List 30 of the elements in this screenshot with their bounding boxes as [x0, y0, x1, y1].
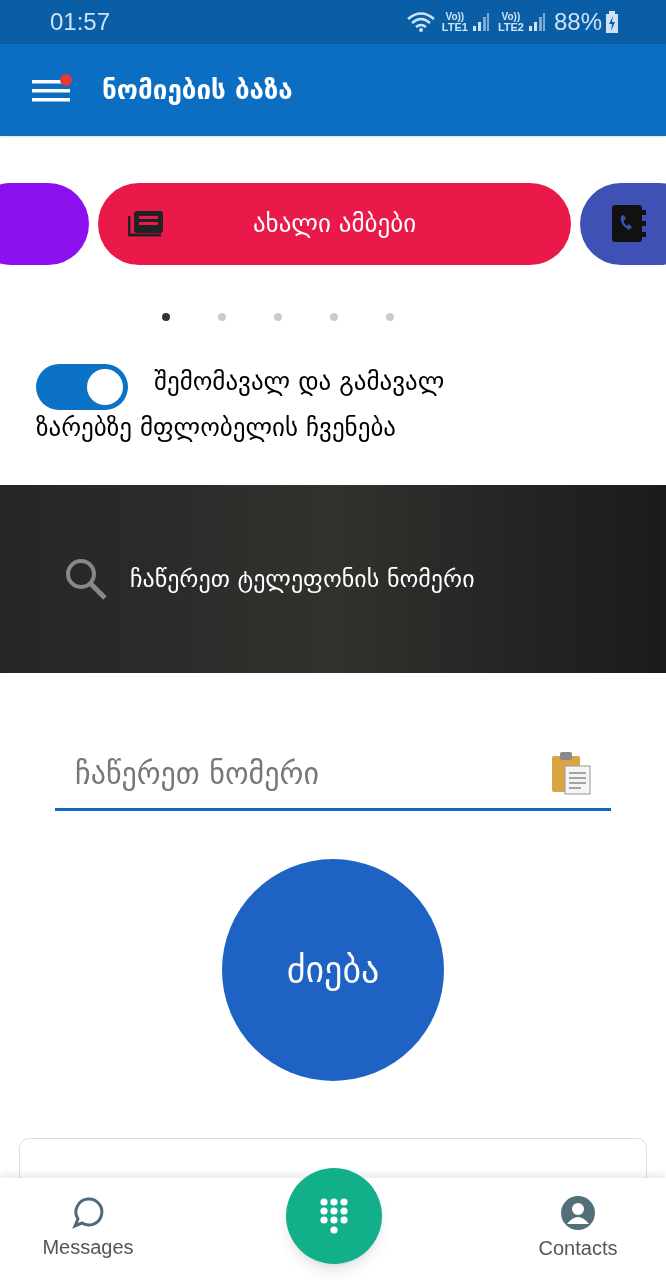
contacts-tab[interactable]: Contacts — [528, 1195, 628, 1263]
contacts-button[interactable] — [580, 183, 666, 265]
category-button[interactable] — [0, 183, 89, 265]
clipboard-icon[interactable] — [551, 751, 591, 795]
toggle-label: შემომავალ და გამავალ — [154, 366, 446, 398]
number-input[interactable]: ჩაწერეთ ნომერი — [55, 739, 611, 811]
volte-label: Vo)) — [501, 11, 521, 22]
person-icon — [560, 1195, 596, 1231]
battery-level: 88% — [553, 7, 602, 37]
search-button[interactable]: ძიება — [222, 859, 444, 1081]
signal-icon — [527, 12, 546, 32]
search-banner[interactable]: ჩაწერეთ ტელეფონის ნომერი — [0, 485, 666, 673]
sim-label: LTE1 — [441, 21, 468, 33]
signal-icon — [471, 12, 490, 32]
dialpad-icon — [320, 1198, 348, 1234]
wifi-icon — [405, 11, 436, 33]
battery-charging-icon — [606, 11, 618, 33]
toggle-switch[interactable] — [36, 364, 128, 410]
banner-text: ჩაწერეთ ტელეფონის ნომერი — [130, 564, 475, 595]
volte-label: Vo)) — [445, 11, 465, 22]
news-button[interactable]: ახალი ამბები — [98, 183, 571, 265]
app-title: ნომიების ბაზა — [102, 73, 293, 107]
sim-label: LTE2 — [497, 21, 524, 33]
chat-bubble-icon — [71, 1196, 105, 1230]
newspaper-icon — [128, 210, 164, 238]
messages-tab[interactable]: Messages — [38, 1196, 138, 1262]
toggle-label: ზარებზე მფლობელის ჩვენება — [36, 412, 397, 444]
search-icon — [64, 557, 108, 601]
address-book-icon — [610, 204, 646, 244]
status-time: 01:57 — [50, 7, 111, 37]
